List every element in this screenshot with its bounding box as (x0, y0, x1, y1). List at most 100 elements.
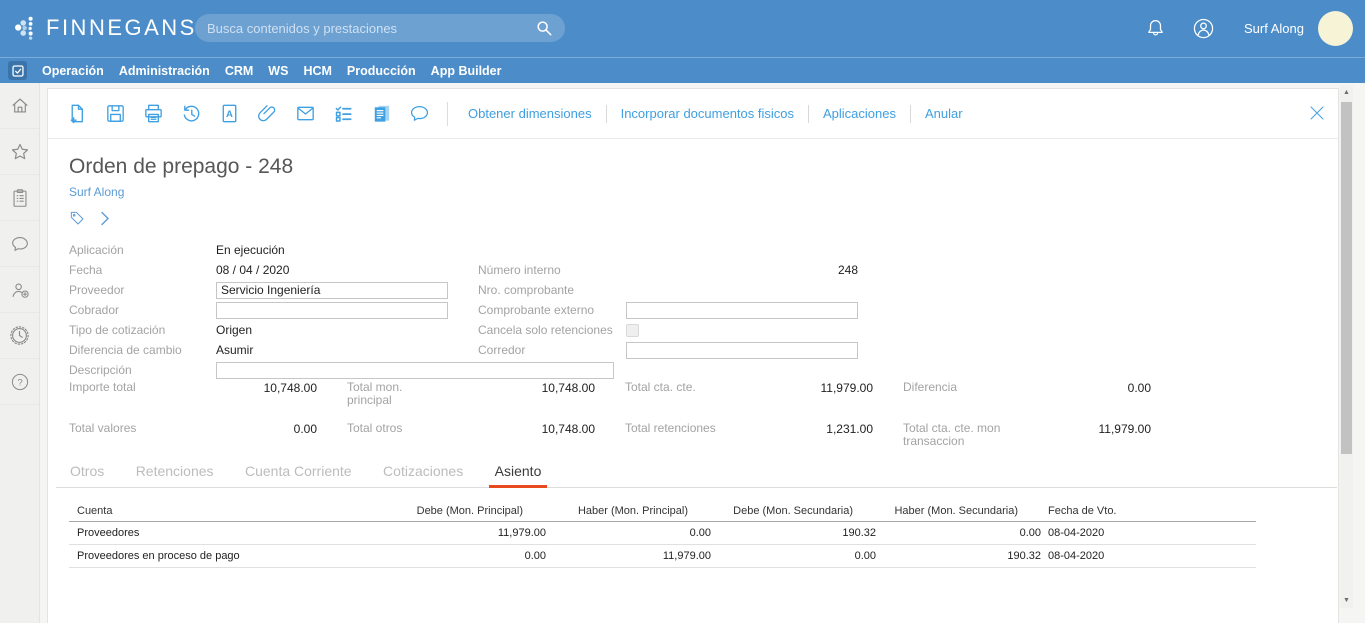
logo-text: FINNEGANS (46, 15, 197, 41)
page-title: Orden de prepago - 248 (69, 155, 293, 179)
search-input[interactable] (207, 21, 535, 36)
field-value: Asumir (216, 343, 253, 357)
menu-item-operacion[interactable]: Operación (42, 64, 104, 78)
new-document-icon[interactable] (65, 102, 89, 126)
chevron-right-icon[interactable] (100, 211, 110, 226)
field-label: Tipo de cotización (69, 323, 216, 337)
menu-item-hcm[interactable]: HCM (303, 64, 331, 78)
vertical-scrollbar[interactable]: ▲ ▼ (1340, 85, 1353, 608)
copy-document-icon[interactable] (369, 102, 393, 126)
global-search (195, 14, 565, 42)
tab-cuenta-corriente[interactable]: Cuenta Corriente (243, 455, 354, 487)
svg-text:?: ? (17, 377, 22, 388)
save-icon[interactable] (103, 102, 127, 126)
field-label: Nro. comprobante (478, 283, 626, 297)
checklist-icon[interactable] (331, 102, 355, 126)
total-otros: Total otros 10,748.00 (347, 422, 625, 452)
total-label: Total otros (347, 422, 447, 452)
incorporar-documentos-link[interactable]: Incorporar documentos fisicos (621, 106, 794, 121)
toolbar-divider (910, 105, 911, 123)
column-header: Fecha de Vto. (1041, 501, 1256, 522)
document-toolbar: A (48, 89, 1338, 139)
field-aplicacion: Aplicación En ejecución (69, 240, 614, 260)
field-nro-comprobante: Nro. comprobante (478, 280, 918, 300)
field-label: Proveedor (69, 283, 216, 297)
clock-icon[interactable] (0, 313, 39, 359)
menu-item-ws[interactable]: WS (268, 64, 288, 78)
total-label: Total mon. principal (347, 381, 447, 411)
menu-item-administracion[interactable]: Administración (119, 64, 210, 78)
search-icon[interactable] (535, 19, 553, 37)
field-label: Corredor (478, 343, 626, 357)
help-icon[interactable]: ? (0, 359, 39, 405)
attachment-icon[interactable] (255, 102, 279, 126)
tasks-clipboard-icon[interactable] (0, 175, 39, 221)
home-icon[interactable] (0, 83, 39, 129)
column-header: Cuenta (69, 501, 381, 522)
menu-item-produccion[interactable]: Producción (347, 64, 416, 78)
scroll-down-arrow[interactable]: ▼ (1340, 597, 1353, 604)
close-icon[interactable] (1306, 102, 1328, 124)
corredor-input[interactable] (626, 342, 858, 359)
field-value: Origen (216, 323, 252, 337)
cell-debe-principal: 11,979.00 (381, 522, 546, 545)
cobrador-input[interactable] (216, 302, 448, 319)
avatar[interactable] (1318, 11, 1353, 46)
detail-tabs: Otros Retenciones Cuenta Corriente Cotiz… (56, 455, 1337, 488)
mail-icon[interactable] (293, 102, 317, 126)
totals-section: Importe total 10,748.00 Total mon. princ… (69, 381, 1181, 463)
user-profile-icon[interactable] (1191, 16, 1216, 41)
total-valores: Total valores 0.00 (69, 422, 347, 452)
tag-row (69, 210, 110, 226)
notifications-bell-icon[interactable] (1144, 17, 1167, 40)
user-name[interactable]: Surf Along (1244, 21, 1304, 36)
column-header: Debe (Mon. Secundaria) (711, 501, 876, 522)
table-row[interactable]: Proveedores en proceso de pago 0.00 11,9… (69, 545, 1256, 568)
form-right-column: Número interno 248 Nro. comprobante Comp… (478, 260, 918, 360)
total-label: Diferencia (903, 381, 1003, 411)
total-value: 0.00 (169, 422, 317, 452)
top-right-actions: Surf Along (1144, 0, 1353, 57)
total-value: 0.00 (1003, 381, 1151, 411)
scroll-up-arrow[interactable]: ▲ (1340, 89, 1353, 96)
add-user-icon[interactable] (0, 267, 39, 313)
total-value: 10,748.00 (447, 381, 595, 411)
cell-cuenta: Proveedores (69, 522, 381, 545)
aplicaciones-link[interactable]: Aplicaciones (823, 106, 896, 121)
table-header-row: Cuenta Debe (Mon. Principal) Haber (Mon.… (69, 501, 1256, 522)
total-label: Total valores (69, 422, 169, 452)
total-value: 10,748.00 (447, 422, 595, 452)
menu-item-crm[interactable]: CRM (225, 64, 253, 78)
print-icon[interactable] (141, 102, 165, 126)
tab-otros[interactable]: Otros (68, 455, 106, 487)
scrollbar-thumb[interactable] (1341, 102, 1352, 454)
field-value: 08 / 04 / 2020 (216, 263, 289, 277)
chat-icon[interactable] (0, 221, 39, 267)
field-label: Cobrador (69, 303, 216, 317)
field-comprobante-externo: Comprobante externo (478, 300, 918, 320)
menu-item-app-builder[interactable]: App Builder (431, 64, 502, 78)
tab-cotizaciones[interactable]: Cotizaciones (381, 455, 465, 487)
history-icon[interactable] (179, 102, 203, 126)
table-row[interactable]: Proveedores 11,979.00 0.00 190.32 0.00 0… (69, 522, 1256, 545)
tag-icon[interactable] (69, 210, 85, 226)
field-cancela-solo-retenciones: Cancela solo retenciones (478, 320, 918, 340)
obtener-dimensiones-link[interactable]: Obtener dimensiones (468, 106, 592, 121)
document-panel: A (47, 88, 1339, 623)
star-icon[interactable] (0, 129, 39, 175)
document-a-icon[interactable]: A (217, 102, 241, 126)
tab-retenciones[interactable]: Retenciones (134, 455, 216, 487)
comment-icon[interactable] (407, 102, 431, 126)
checkbox-menu-icon[interactable] (8, 61, 27, 80)
field-numero-interno: Número interno 248 (478, 260, 918, 280)
total-value: 1,231.00 (725, 422, 873, 452)
finnegans-logo[interactable]: FINNEGANS (14, 13, 197, 43)
proveedor-input[interactable] (216, 282, 448, 299)
cell-fecha-vto: 08-04-2020 (1041, 522, 1256, 545)
tab-asiento[interactable]: Asiento (493, 455, 544, 487)
owner-link[interactable]: Surf Along (69, 185, 124, 199)
comprobante-externo-input[interactable] (626, 302, 858, 319)
cancela-retenciones-checkbox[interactable] (626, 324, 639, 337)
anular-link[interactable]: Anular (925, 106, 963, 121)
descripcion-input[interactable] (216, 362, 614, 379)
